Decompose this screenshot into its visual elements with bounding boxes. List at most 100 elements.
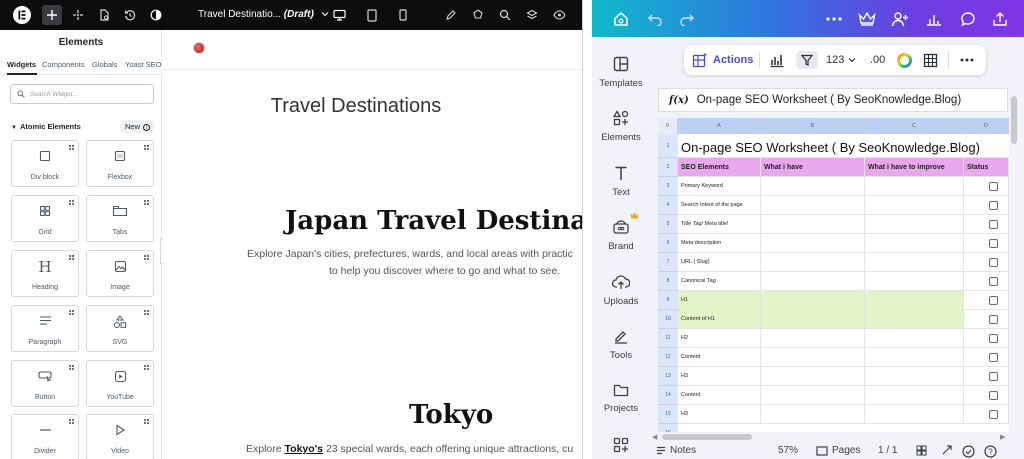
table-cell[interactable] [865,310,964,329]
table-cell[interactable] [761,253,865,272]
row-header-10[interactable]: 10 [658,310,678,329]
preview-eye-icon[interactable] [549,5,569,25]
integrations-icon[interactable] [468,5,488,25]
seo-element-cell[interactable]: H3 [678,405,761,424]
horizontal-scrollbar[interactable]: ◀ ▶ [650,432,1024,442]
tab-components[interactable]: Components [42,60,85,69]
table-cell[interactable] [865,348,964,367]
widget-search-box[interactable]: Search Widget... [10,84,154,104]
sheet-title-cell[interactable]: On-page SEO Worksheet ( By SeoKnowledge.… [678,137,1009,158]
zoom-level[interactable]: 57% [778,445,798,456]
table-cell[interactable] [865,253,964,272]
status-checkbox[interactable] [989,391,998,400]
decimal-places-button[interactable]: .00 [870,51,885,69]
status-cell[interactable] [964,291,1009,310]
chart-insert-icon[interactable] [769,51,785,69]
row-header-11[interactable]: 11 [658,329,678,348]
widget-divider[interactable]: Divider [11,414,79,459]
more-options-icon[interactable] [960,51,974,69]
spreadsheet-grid[interactable]: 0ABCD12345678910111213141516On-page SEO … [658,118,1009,432]
table-cell[interactable] [865,177,964,196]
tokyo-link[interactable]: Tokyo's [285,443,323,455]
status-checkbox[interactable] [989,201,998,210]
column-header-a[interactable]: A [678,118,761,134]
grid-view-icon[interactable] [916,445,927,456]
share-people-icon[interactable] [890,9,910,29]
seo-element-cell[interactable]: Content of H1 [678,310,761,329]
status-checkbox[interactable] [989,182,998,191]
status-checkbox[interactable] [989,315,998,324]
tablet-view-icon[interactable] [362,5,382,25]
widget-svg[interactable]: SVG [86,305,154,352]
status-cell[interactable] [964,348,1009,367]
table-cell[interactable] [865,215,964,234]
tab-yoast-seo[interactable]: Yoast SEO [125,60,161,69]
filter-icon[interactable] [796,51,818,69]
sidebar-item-apps[interactable] [592,437,650,459]
status-checkbox[interactable] [989,353,998,362]
widget-div-block[interactable]: Div block [11,140,79,187]
table-cell[interactable] [761,196,865,215]
status-checkbox[interactable] [989,372,998,381]
widget-image[interactable]: Image [86,250,154,297]
status-cell[interactable] [964,272,1009,291]
desktop-view-icon[interactable] [329,5,349,25]
edit-icon[interactable] [441,5,461,25]
help-icon[interactable]: ? [984,445,997,458]
row-header-8[interactable]: 8 [658,272,678,291]
sidebar-item-elements[interactable]: Elements [592,110,650,143]
seo-element-cell[interactable]: Title Tag/ Meta title! [678,215,761,234]
more-options-icon[interactable] [824,9,844,29]
insights-chart-icon[interactable] [924,9,944,29]
table-header-cell[interactable]: SEO Elements [678,158,761,177]
seo-element-cell[interactable]: H3 [678,367,761,386]
status-checkbox[interactable] [989,296,998,305]
notes-button[interactable]: Notes [656,445,696,456]
table-cell[interactable] [761,215,865,234]
section-heading[interactable]: Japan Travel Destinatio [285,206,582,236]
widget-tabs[interactable]: Tabs [86,195,154,242]
status-cell[interactable] [964,196,1009,215]
table-header-cell[interactable]: What i have [761,158,865,177]
table-cell[interactable] [761,367,865,386]
widget-heading[interactable]: H Heading [11,250,79,297]
search-input[interactable]: Search Widget... [30,91,78,98]
status-cell[interactable] [964,234,1009,253]
row-header-4[interactable]: 4 [658,196,678,215]
add-element-icon[interactable] [42,5,62,25]
column-header-b[interactable]: B [761,118,865,134]
seo-element-cell[interactable]: H1 [678,291,761,310]
document-title[interactable]: Travel Destinatio... (Draft) [198,9,329,20]
vertical-scrollbar[interactable] [1009,88,1019,432]
table-cell[interactable] [865,291,964,310]
check-circle-icon[interactable] [962,445,975,458]
status-checkbox[interactable] [989,410,998,419]
status-cell[interactable] [964,253,1009,272]
widget-paragraph[interactable]: Paragraph [11,305,79,352]
status-cell[interactable] [964,177,1009,196]
intro-paragraph-line-1[interactable]: Explore Japan's cities, prefectures, war… [247,248,573,260]
status-cell[interactable] [964,405,1009,424]
column-header-d[interactable]: D [964,118,1009,134]
seo-element-cell[interactable]: Content [678,348,761,367]
table-cell[interactable] [865,272,964,291]
table-cell[interactable] [761,329,865,348]
status-cell[interactable] [964,215,1009,234]
seo-element-cell[interactable]: Primary Keyword [678,177,761,196]
table-cell[interactable] [761,310,865,329]
seo-element-cell[interactable]: Content [678,386,761,405]
seo-element-cell[interactable]: Canonical Tag [678,272,761,291]
table-cell[interactable] [865,329,964,348]
table-cell[interactable] [761,177,865,196]
seo-element-cell[interactable]: URL ( Slug) [678,253,761,272]
undo-icon[interactable] [645,9,665,29]
sidebar-item-tools[interactable]: Tools [592,328,650,361]
status-checkbox[interactable] [989,239,998,248]
structure-icon[interactable] [68,5,88,25]
column-header-c[interactable]: C [865,118,964,134]
row-header-16[interactable]: 16 [658,424,678,432]
share-upload-icon[interactable] [990,9,1010,29]
page-heading[interactable]: Travel Destinations [195,95,517,118]
contrast-icon[interactable] [146,5,166,25]
editor-canvas[interactable]: Travel Destinations Japan Travel Destina… [163,30,582,459]
